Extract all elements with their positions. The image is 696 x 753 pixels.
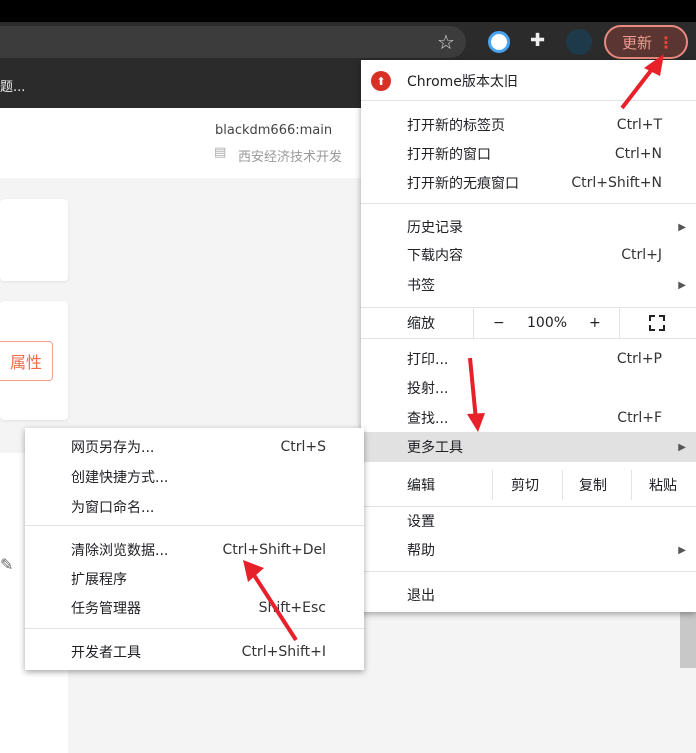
annotation-arrow <box>468 357 478 421</box>
annotation-arrowhead <box>467 413 485 432</box>
annotation-arrowhead <box>243 560 264 582</box>
annotation-arrows <box>243 54 664 642</box>
annotation-arrow <box>250 570 298 642</box>
